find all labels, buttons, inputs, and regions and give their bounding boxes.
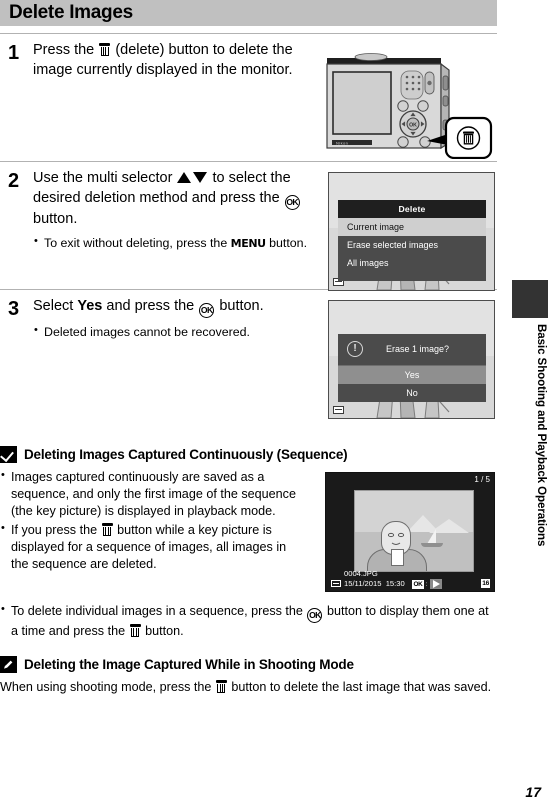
trash-icon <box>101 523 113 536</box>
step-2-number: 2 <box>8 170 20 192</box>
menu-item-current-image[interactable]: Current image <box>338 217 486 236</box>
erase-confirm-screen: ! Erase 1 image? Yes No <box>328 300 495 419</box>
step-3-bullet-1: Deleted images cannot be recovered. <box>33 323 308 340</box>
camera-back-svg: Nikon OK <box>326 53 493 160</box>
playback-thumbnail <box>354 490 474 572</box>
step-2-bullet-1-text-a: To exit without deleting, press the <box>44 236 228 251</box>
menu-button-icon: MENU <box>230 237 266 251</box>
note-shooting-mode: Deleting the Image Captured While in Sho… <box>0 656 497 696</box>
ok-label: OK <box>412 579 424 589</box>
note-shooting-text-b: button to delete the last image that was… <box>231 680 492 694</box>
step-2-bullets: To exit without deleting, press the MENU… <box>33 234 308 252</box>
step-1-number: 1 <box>8 42 20 64</box>
chapter-label: Basic Shooting and Playback Operations <box>535 324 548 547</box>
menu-item-erase-selected-images[interactable]: Erase selected images <box>338 236 486 254</box>
time-label: 15:30 <box>385 579 405 588</box>
trash-icon <box>99 43 111 56</box>
note-sequence-bullet-3: To delete individual images in a sequenc… <box>0 602 497 640</box>
step-1-text-before: Press the <box>33 42 95 58</box>
step-3-bullets: Deleted images cannot be recovered. <box>33 323 308 340</box>
sailboat-hull <box>421 543 443 547</box>
chapter-tab <box>512 280 548 318</box>
page-header: Delete Images <box>0 0 497 26</box>
separator-label: : <box>425 580 428 588</box>
camera-illustration: Nikon OK <box>315 44 495 164</box>
note-sequence-title: Deleting Images Captured Continuously (S… <box>24 447 348 462</box>
delete-menu-title: Delete <box>338 200 486 218</box>
note-shooting-text-a: When using shooting mode, press the <box>0 680 212 694</box>
page-title: Delete Images <box>9 2 133 23</box>
step-2-text-1: Use the multi selector <box>33 170 173 186</box>
date-label: 15/11/2015 <box>344 579 382 588</box>
step-2-text-3: button. <box>33 210 78 227</box>
step-3-number: 3 <box>8 298 20 320</box>
note-sequence-bullet-3-text-a: To delete individual images in a sequenc… <box>11 604 303 618</box>
step-2: 2 Use the multi selector to select the d… <box>0 162 497 291</box>
erase-confirm-message-row: ! Erase 1 image? <box>338 334 486 366</box>
pencil-glyph <box>4 660 13 669</box>
step-2-body: Use the multi selector to select the des… <box>33 169 308 252</box>
ok-button-icon: OK <box>199 303 215 318</box>
step-3-text-3: button. <box>219 298 264 314</box>
file-name-label: 0004.JPG <box>344 569 378 578</box>
note-sequence-bullets-wide: To delete individual images in a sequenc… <box>0 602 497 640</box>
note-shooting-title: Deleting the Image Captured While in Sho… <box>24 657 354 672</box>
note-shooting-heading: Deleting the Image Captured While in Sho… <box>0 656 497 673</box>
erase-confirm-no-button[interactable]: No <box>338 384 486 402</box>
image-size-badge: 16 <box>481 579 490 588</box>
up-triangle-icon <box>177 172 192 183</box>
svg-text:Nikon: Nikon <box>336 140 348 145</box>
step-3: 3 Select Yes and press the OK button. De… <box>0 290 497 432</box>
step-1: 1 Press the (delete) button to delete th… <box>0 34 497 162</box>
note-sequence-body: Images captured continuously are saved a… <box>0 468 497 640</box>
note-sequence: Deleting Images Captured Continuously (S… <box>0 446 497 640</box>
note-sequence-bullets: Images captured continuously are saved a… <box>0 468 305 573</box>
down-triangle-icon <box>193 172 208 183</box>
sailboat-sail <box>427 529 436 544</box>
step-2-bullet-1-text-c: button. <box>269 236 308 251</box>
ok-button-icon: OK <box>284 194 300 210</box>
note-sequence-bullet-2: If you press the button while a key pict… <box>0 521 305 573</box>
erase-confirm-yes-button[interactable]: Yes <box>338 366 486 384</box>
delete-menu-screen: Delete Current image Erase selected imag… <box>328 172 495 291</box>
checkmark-box-icon <box>0 446 17 463</box>
erase-confirm-dialog: ! Erase 1 image? Yes No <box>338 334 486 402</box>
memory-card-icon <box>333 406 344 414</box>
delete-menu-overlay: Delete Current image Erase selected imag… <box>338 200 486 281</box>
playback-screen: 1 / 5 OK: 0004.JPG 15/11/2015 15:30 16 <box>325 472 495 592</box>
trash-icon <box>215 680 227 693</box>
exclamation-circle-icon: ! <box>347 341 363 357</box>
note-sequence-bullet-3-text-c: button. <box>145 624 184 638</box>
held-object <box>391 549 404 566</box>
step-3-emphasis: Yes <box>77 298 103 314</box>
step-3-body: Select Yes and press the OK button. Dele… <box>33 297 308 340</box>
page-number: 17 <box>525 784 541 800</box>
ok-play-hint: OK : <box>412 579 442 589</box>
note-sequence-heading: Deleting Images Captured Continuously (S… <box>0 446 497 463</box>
frame-counter: 1 / 5 <box>474 475 490 484</box>
memory-card-icon <box>331 580 341 587</box>
step-1-body: Press the (delete) button to delete the … <box>33 41 308 80</box>
ok-button-icon: OK <box>307 608 323 623</box>
step-2-bullet-1: To exit without deleting, press the MENU… <box>33 234 308 252</box>
play-triangle-icon <box>429 579 442 589</box>
menu-item-all-images[interactable]: All images <box>338 254 486 272</box>
date-time-label: 15/11/2015 15:30 <box>344 579 405 588</box>
trash-icon <box>129 624 141 637</box>
manual-page: Delete Images 1 Press the (delete) butto… <box>0 0 555 809</box>
svg-text:OK: OK <box>409 122 417 128</box>
content-column: 1 Press the (delete) button to delete th… <box>0 34 497 696</box>
note-sequence-bullet-1: Images captured continuously are saved a… <box>0 468 305 520</box>
pencil-box-icon <box>0 656 17 673</box>
step-3-text-2: and press the <box>106 298 195 314</box>
erase-confirm-message: Erase 1 image? <box>385 344 450 354</box>
delete-menu-items: Current image Erase selected images All … <box>338 217 486 281</box>
step-3-text-1: Select <box>33 298 74 314</box>
note-shooting-text: When using shooting mode, press the butt… <box>0 679 497 696</box>
